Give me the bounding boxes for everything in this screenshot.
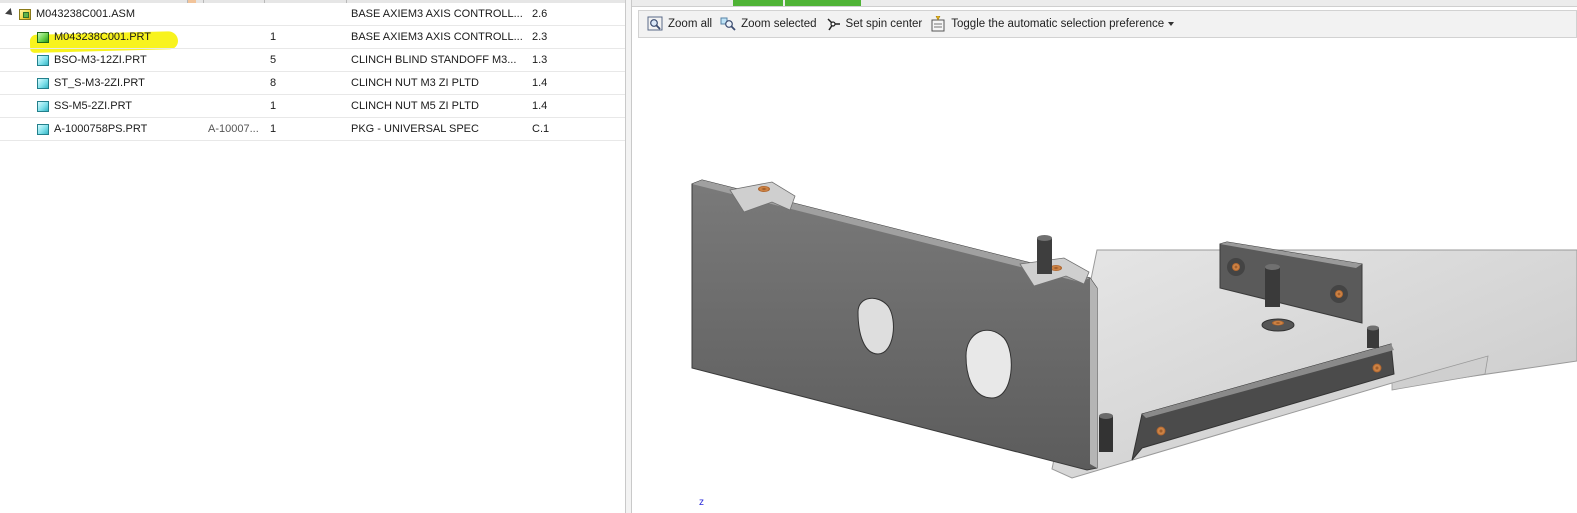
tree-row-qty: 1 xyxy=(270,31,277,43)
tree-row-name: A-1000758PS.PRT xyxy=(54,123,148,135)
tree-row-part[interactable]: ST_S-M3-2ZI.PRT 8 CLINCH NUT M3 ZI PLTD … xyxy=(0,72,625,95)
viewer-tab[interactable] xyxy=(785,0,861,6)
z-axis-label: z xyxy=(699,497,704,508)
tree-row-description: CLINCH NUT M5 ZI PLTD xyxy=(351,100,479,112)
zoom-selected-label: Zoom selected xyxy=(741,18,817,30)
part-icon xyxy=(37,32,49,43)
spin-center-icon xyxy=(825,16,842,32)
standoff xyxy=(1099,413,1113,452)
tree-row-name: M043238C001.ASM xyxy=(36,8,136,20)
tree-row-description: BASE AXIEM3 AXIS CONTROLL... xyxy=(351,8,523,20)
tree-row-qty: 5 xyxy=(270,54,277,66)
tree-row-part[interactable]: A-1000758PS.PRT A-10007... 1 PKG - UNIVE… xyxy=(0,118,625,141)
auto-selection-icon xyxy=(930,16,947,32)
tree-row-version: C.1 xyxy=(532,123,550,135)
front-wall-side-edge xyxy=(1090,278,1097,468)
tree-row-part[interactable]: BSO-M3-12ZI.PRT 5 CLINCH BLIND STANDOFF … xyxy=(0,49,625,72)
copper-insert xyxy=(1232,263,1240,271)
zoom-all-label: Zoom all xyxy=(668,18,713,30)
standoff xyxy=(1037,235,1052,274)
part-icon xyxy=(37,78,49,89)
zoom-selected-button[interactable]: Zoom selected xyxy=(716,13,820,35)
copper-insert xyxy=(1335,290,1343,298)
tree-row-name: BSO-M3-12ZI.PRT xyxy=(54,54,147,66)
tree-row-description: BASE AXIEM3 AXIS CONTROLL... xyxy=(351,31,523,43)
tree-row-description: PKG - UNIVERSAL SPEC xyxy=(351,123,479,135)
tree-row-assembly[interactable]: M043238C001.ASM BASE AXIEM3 AXIS CONTROL… xyxy=(0,3,625,26)
tree-row-qty: 8 xyxy=(270,77,277,89)
tree-row-description: CLINCH BLIND STANDOFF M3... xyxy=(351,54,517,66)
set-spin-center-label: Set spin center xyxy=(845,18,923,30)
tree-row-name: M043238C001.PRT xyxy=(54,31,152,43)
set-spin-center-button[interactable]: Set spin center xyxy=(821,13,927,35)
tree-row-qty: 1 xyxy=(270,100,277,112)
part-icon xyxy=(37,101,49,112)
copper-insert xyxy=(1156,426,1166,436)
viewer-tab[interactable] xyxy=(733,0,783,6)
part-icon xyxy=(37,124,49,135)
tree-row-version: 1.3 xyxy=(532,54,548,66)
structure-tree-panel: M043238C001.ASM BASE AXIEM3 AXIS CONTROL… xyxy=(0,0,625,513)
tree-row-part[interactable]: SS-M5-2ZI.PRT 1 CLINCH NUT M5 ZI PLTD 1.… xyxy=(0,95,625,118)
zoom-all-icon xyxy=(647,16,664,32)
tree-row-name: ST_S-M3-2ZI.PRT xyxy=(54,77,145,89)
assembly-icon xyxy=(19,9,31,20)
copper-insert xyxy=(1272,320,1284,326)
part-icon xyxy=(37,55,49,66)
zoom-selected-icon xyxy=(720,16,737,32)
sheet-metal-bracket-model[interactable] xyxy=(632,38,1577,513)
tree-row-reference: A-10007... xyxy=(208,123,259,135)
tree-row-part-selected[interactable]: M043238C001.PRT 1 BASE AXIEM3 AXIS CONTR… xyxy=(0,26,625,49)
3d-viewer-panel[interactable]: Zoom all Zoom selected Set spin center T… xyxy=(632,0,1577,513)
panel-splitter[interactable] xyxy=(625,0,632,513)
tree-row-version: 2.3 xyxy=(532,31,548,43)
copper-insert xyxy=(1372,363,1382,373)
dropdown-caret-icon[interactable] xyxy=(1168,22,1175,26)
tree-row-name: SS-M5-2ZI.PRT xyxy=(54,100,133,112)
standoff xyxy=(1367,325,1379,348)
front-wall xyxy=(691,179,1098,471)
tree-row-version: 1.4 xyxy=(532,100,548,112)
tree-row-description: CLINCH NUT M3 ZI PLTD xyxy=(351,77,479,89)
app-window: M043238C001.ASM BASE AXIEM3 AXIS CONTROL… xyxy=(0,0,1577,513)
collapse-triangle-icon[interactable] xyxy=(5,8,15,18)
zoom-all-button[interactable]: Zoom all xyxy=(643,13,716,35)
tree-row-version: 1.4 xyxy=(532,77,548,89)
toggle-auto-selection-button[interactable]: Toggle the automatic selection preferenc… xyxy=(926,13,1178,35)
toggle-auto-selection-label: Toggle the automatic selection preferenc… xyxy=(951,18,1165,30)
tree-row-qty: 1 xyxy=(270,123,277,135)
viewer-toolbar: Zoom all Zoom selected Set spin center T… xyxy=(638,10,1577,38)
tree-row-version: 2.6 xyxy=(532,8,548,20)
copper-insert xyxy=(758,186,770,192)
standoff xyxy=(1265,264,1280,307)
